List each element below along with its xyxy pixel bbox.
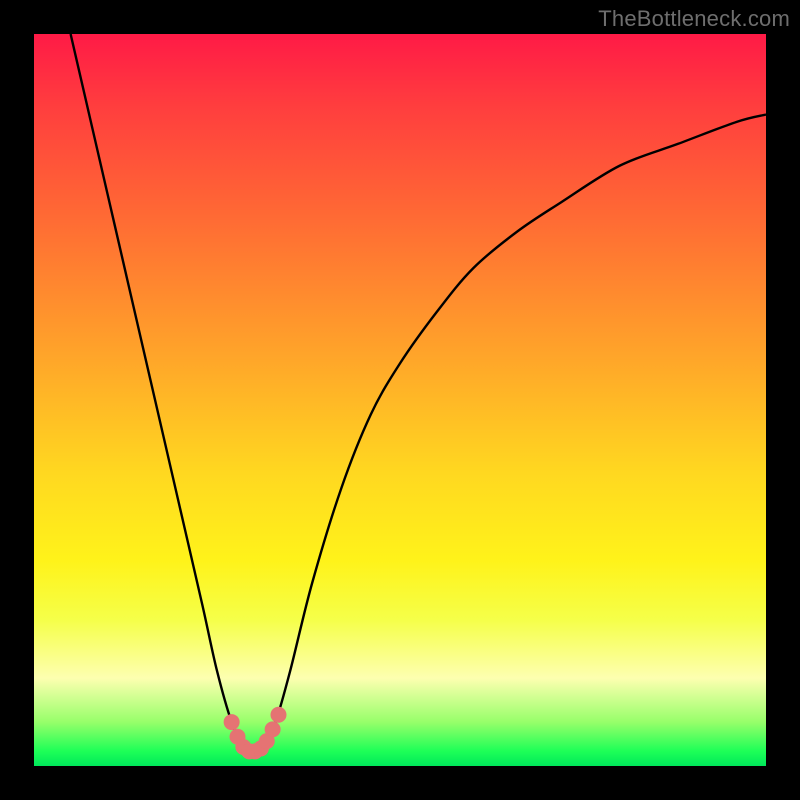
chart-svg bbox=[34, 34, 766, 766]
trough-dot bbox=[270, 707, 286, 723]
watermark-text: TheBottleneck.com bbox=[598, 6, 790, 32]
plot-area bbox=[34, 34, 766, 766]
trough-markers bbox=[224, 707, 287, 760]
chart-frame: TheBottleneck.com bbox=[0, 0, 800, 800]
bottleneck-curve bbox=[71, 34, 766, 751]
trough-dot bbox=[265, 721, 281, 737]
trough-dot bbox=[224, 714, 240, 730]
